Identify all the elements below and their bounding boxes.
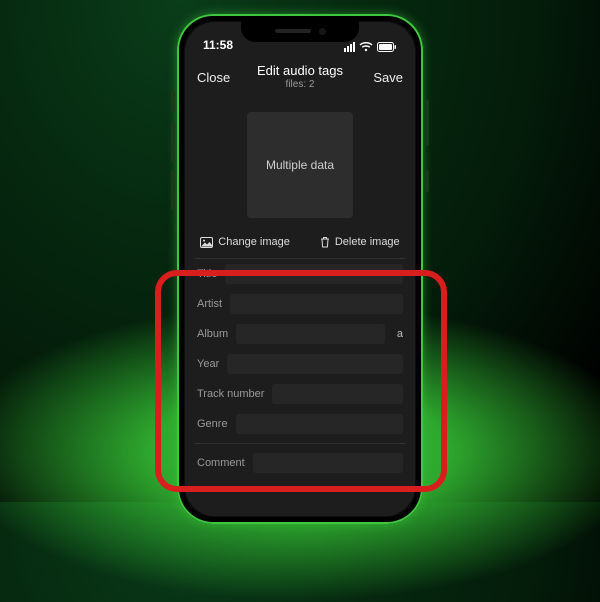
comment-input[interactable] [253,453,403,473]
phone-side-button [425,100,429,146]
status-time: 11:58 [203,38,233,52]
field-track-number: Track number [185,379,415,409]
field-comment: Comment [185,448,415,478]
delete-image-button[interactable]: Delete image [320,236,400,248]
delete-image-label: Delete image [335,236,400,248]
field-album: Album a [185,319,415,349]
artist-label: Artist [197,298,222,310]
change-image-label: Change image [218,236,290,248]
title-label: Title [197,268,217,280]
title-input[interactable] [225,264,403,284]
year-label: Year [197,358,219,370]
cellular-signal-icon [344,42,355,52]
phone-side-button [425,170,429,192]
image-actions: Change image Delete image [185,236,415,258]
artist-input[interactable] [230,294,403,314]
artwork-zone: Multiple data [185,112,415,218]
phone-side-button [171,90,175,112]
front-camera [319,28,326,35]
comment-label: Comment [197,457,245,469]
album-artwork-placeholder[interactable]: Multiple data [247,112,353,218]
genre-label: Genre [197,418,228,430]
nav-title-block: Edit audio tags files: 2 [237,64,363,90]
artwork-placeholder-text: Multiple data [266,158,334,172]
phone-side-button [171,170,175,210]
genre-input[interactable] [236,414,403,434]
phone-side-button [171,122,175,162]
track-number-label: Track number [197,388,264,400]
phone-frame: 11:58 [177,14,423,524]
field-title: Title [185,259,415,289]
trash-icon [320,236,330,248]
battery-icon [377,42,397,52]
year-input[interactable] [227,354,403,374]
image-icon [200,237,213,248]
wifi-icon [359,42,373,52]
speaker-slot [275,29,311,33]
change-image-button[interactable]: Change image [200,236,290,248]
tag-form: Title Artist Album a Year Track number [185,259,415,478]
phone-notch [241,20,359,42]
album-label: Album [197,328,228,340]
field-year: Year [185,349,415,379]
track-number-input[interactable] [272,384,403,404]
nav-bar: Close Edit audio tags files: 2 Save [185,60,415,94]
screen: 11:58 [185,22,415,516]
save-button[interactable]: Save [363,70,403,85]
divider [195,443,405,444]
nav-subtitle: files: 2 [237,79,363,91]
close-button[interactable]: Close [197,70,237,85]
field-artist: Artist [185,289,415,319]
status-indicators [344,42,397,52]
album-input[interactable] [236,324,385,344]
field-genre: Genre [185,409,415,439]
nav-title: Edit audio tags [237,64,363,79]
album-value: a [393,328,403,340]
